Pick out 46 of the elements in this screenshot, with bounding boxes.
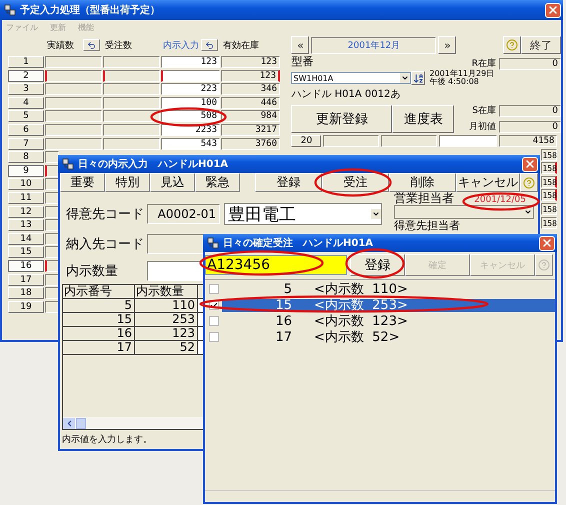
table-cell: 3217 bbox=[221, 124, 280, 136]
customer-code-label: 得意先コード bbox=[66, 206, 144, 223]
window-title: 予定入力処理（型番出荷予定） bbox=[20, 3, 160, 17]
table-cell: 123 bbox=[221, 56, 280, 68]
contact-label: 得意先担当者 bbox=[394, 220, 461, 231]
column-header: 有効在庫 bbox=[223, 40, 259, 52]
quantity-label: 内示数量 bbox=[66, 263, 119, 280]
table-cell: 5 bbox=[63, 299, 135, 313]
table-cell: 158 bbox=[541, 216, 558, 229]
table-cell: 4158 bbox=[499, 135, 558, 147]
table-cell: 16 bbox=[63, 327, 135, 341]
table-cell: 3760 bbox=[221, 138, 280, 150]
product-name: ハンドル H01A 0012あ bbox=[291, 88, 400, 101]
month-start-field: 0 bbox=[499, 120, 561, 132]
r-stock-field: 0 bbox=[499, 58, 561, 70]
column-header: 内示番号 bbox=[63, 285, 135, 299]
table-cell: 984 bbox=[221, 110, 280, 122]
status-text: 内示値を入力します。 bbox=[62, 434, 153, 446]
column-header: 内示数量 bbox=[135, 285, 198, 299]
table-cell: 123 bbox=[221, 70, 280, 82]
month-start-label: 月初値 bbox=[469, 120, 496, 133]
table-cell: 17 bbox=[63, 341, 135, 355]
table-cell: 123 bbox=[135, 327, 198, 341]
window-title: 日々の確定受注 ハンドルH01A bbox=[223, 236, 374, 250]
table-cell: 52 bbox=[135, 341, 198, 355]
delivery-code-label: 納入先コード bbox=[66, 236, 144, 253]
sales-rep-label: 営業担当者 bbox=[394, 192, 454, 205]
column-header: 内示入力 bbox=[163, 40, 199, 52]
window-title: 日々の内示入力 ハンドルH01A bbox=[78, 158, 228, 171]
table-cell: 446 bbox=[221, 96, 280, 109]
column-header: 受注数 bbox=[105, 40, 132, 52]
timestamp: 2001年11月29日 午後 4:50:08 bbox=[429, 70, 494, 86]
date-text: 2001/12/05 bbox=[474, 195, 526, 205]
table-cell: 158 bbox=[541, 202, 558, 215]
r-stock-label: R在庫 bbox=[472, 58, 496, 70]
month-field: 2001年12月 bbox=[311, 36, 436, 54]
column-header: 実績数 bbox=[47, 40, 74, 52]
table-cell: 110 bbox=[135, 299, 198, 313]
model-label: 型番 bbox=[291, 54, 314, 69]
table-cell: 253 bbox=[135, 313, 198, 327]
table-cell: 346 bbox=[221, 83, 280, 96]
s-stock-field: 0 bbox=[499, 104, 561, 116]
table-cell: 15 bbox=[63, 313, 135, 327]
table-cell: 158 bbox=[541, 148, 558, 161]
s-stock-label: S在庫 bbox=[472, 104, 496, 117]
customer-code-field: A0002-01 bbox=[147, 204, 220, 224]
